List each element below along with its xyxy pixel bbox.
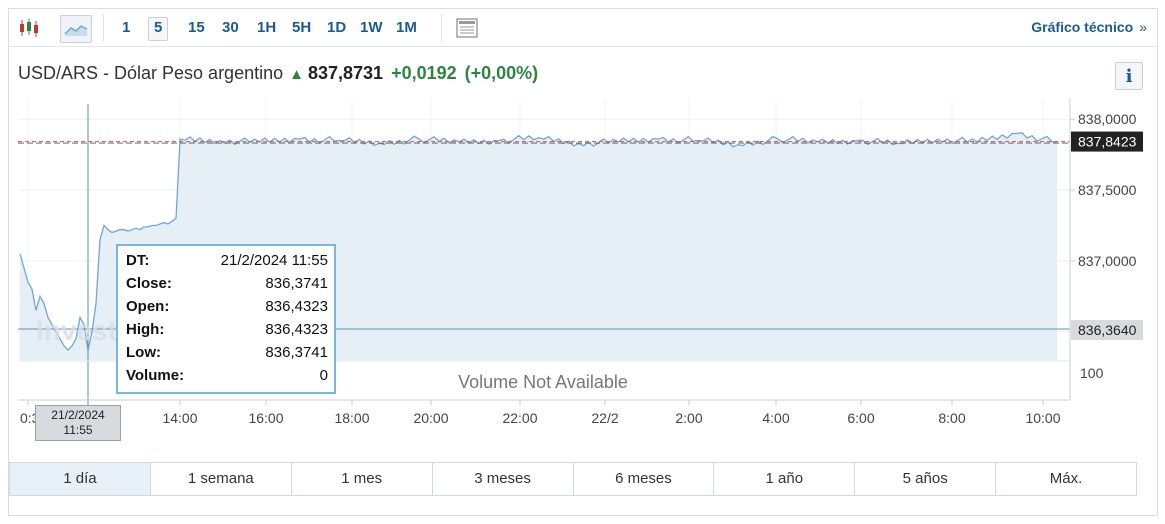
y-tick-label: 837,5000 bbox=[1078, 182, 1137, 198]
crosshair-date: 21/2/2024 bbox=[51, 408, 105, 422]
tooltip-value: 836,4323 bbox=[265, 321, 328, 338]
crosshair-x-label: 21/2/2024 11:55 bbox=[35, 405, 121, 441]
tooltip-row: DT: 21/2/2024 11:55 bbox=[126, 252, 328, 274]
range-button[interactable]: 3 meses bbox=[431, 463, 573, 495]
x-tick-label: 20:00 bbox=[413, 410, 448, 426]
tooltip-row: Close: 836,3741 bbox=[126, 275, 328, 297]
range-button[interactable]: 1 semana bbox=[149, 463, 291, 495]
x-tick-label: 16:00 bbox=[248, 410, 283, 426]
current-price-label: 837,8423 bbox=[1078, 134, 1137, 150]
range-selector: 1 día 1 semana 1 mes 3 meses 6 meses 1 año 5 a… bbox=[9, 462, 1137, 496]
range-button[interactable]: 1 año bbox=[713, 463, 854, 495]
range-button[interactable]: 5 años bbox=[854, 463, 995, 495]
y-tick-label: 838,0000 bbox=[1078, 111, 1137, 127]
watermark-logo: Invest bbox=[36, 315, 117, 346]
x-tick-label: 22/2 bbox=[591, 410, 618, 426]
tooltip-row: Low: 836,3741 bbox=[126, 344, 328, 366]
tooltip-label: Low: bbox=[126, 344, 161, 361]
x-tick-label: 18:00 bbox=[334, 410, 369, 426]
tooltip-label: Open: bbox=[126, 298, 170, 315]
tooltip-value: 836,3741 bbox=[265, 275, 328, 292]
tooltip-row: Volume: 0 bbox=[126, 367, 328, 389]
x-tick-label: 6:00 bbox=[847, 410, 874, 426]
x-tick-label: 22:00 bbox=[502, 410, 537, 426]
x-tick-label: 2:00 bbox=[675, 410, 702, 426]
tooltip-row: High: 836,4323 bbox=[126, 321, 328, 343]
range-button[interactable]: Máx. bbox=[995, 463, 1136, 495]
range-button[interactable]: 6 meses bbox=[572, 463, 714, 495]
x-tick-label: 4:00 bbox=[762, 410, 789, 426]
tooltip-label: Volume: bbox=[126, 367, 185, 384]
x-tick-label: 10:00 bbox=[1025, 410, 1060, 426]
tooltip-label: High: bbox=[126, 321, 165, 338]
volume-not-available: Volume Not Available bbox=[458, 372, 628, 392]
crosshair-time: 11:55 bbox=[63, 423, 93, 437]
tooltip-label: Close: bbox=[126, 275, 172, 292]
x-tick-label: 14:00 bbox=[162, 410, 197, 426]
tooltip-value: 836,3741 bbox=[265, 344, 328, 361]
tooltip-value: 0 bbox=[319, 367, 328, 384]
tooltip-value: 21/2/2024 11:55 bbox=[220, 252, 328, 269]
y-tick-label: 837,0000 bbox=[1078, 253, 1137, 269]
tooltip-row: Open: 836,4323 bbox=[126, 298, 328, 320]
tooltip-label: DT: bbox=[126, 252, 150, 269]
tooltip-value: 836,4323 bbox=[265, 298, 328, 315]
crosshair-y-label: 836,3640 bbox=[1078, 322, 1137, 338]
range-button[interactable]: 1 mes bbox=[290, 463, 432, 495]
range-button[interactable]: 1 día bbox=[10, 463, 150, 495]
data-tooltip: DT: 21/2/2024 11:55 Close: 836,3741 Open: 836… bbox=[116, 244, 336, 394]
volume-axis-tick: 100 bbox=[1080, 365, 1104, 381]
x-tick-label: 8:00 bbox=[938, 410, 965, 426]
